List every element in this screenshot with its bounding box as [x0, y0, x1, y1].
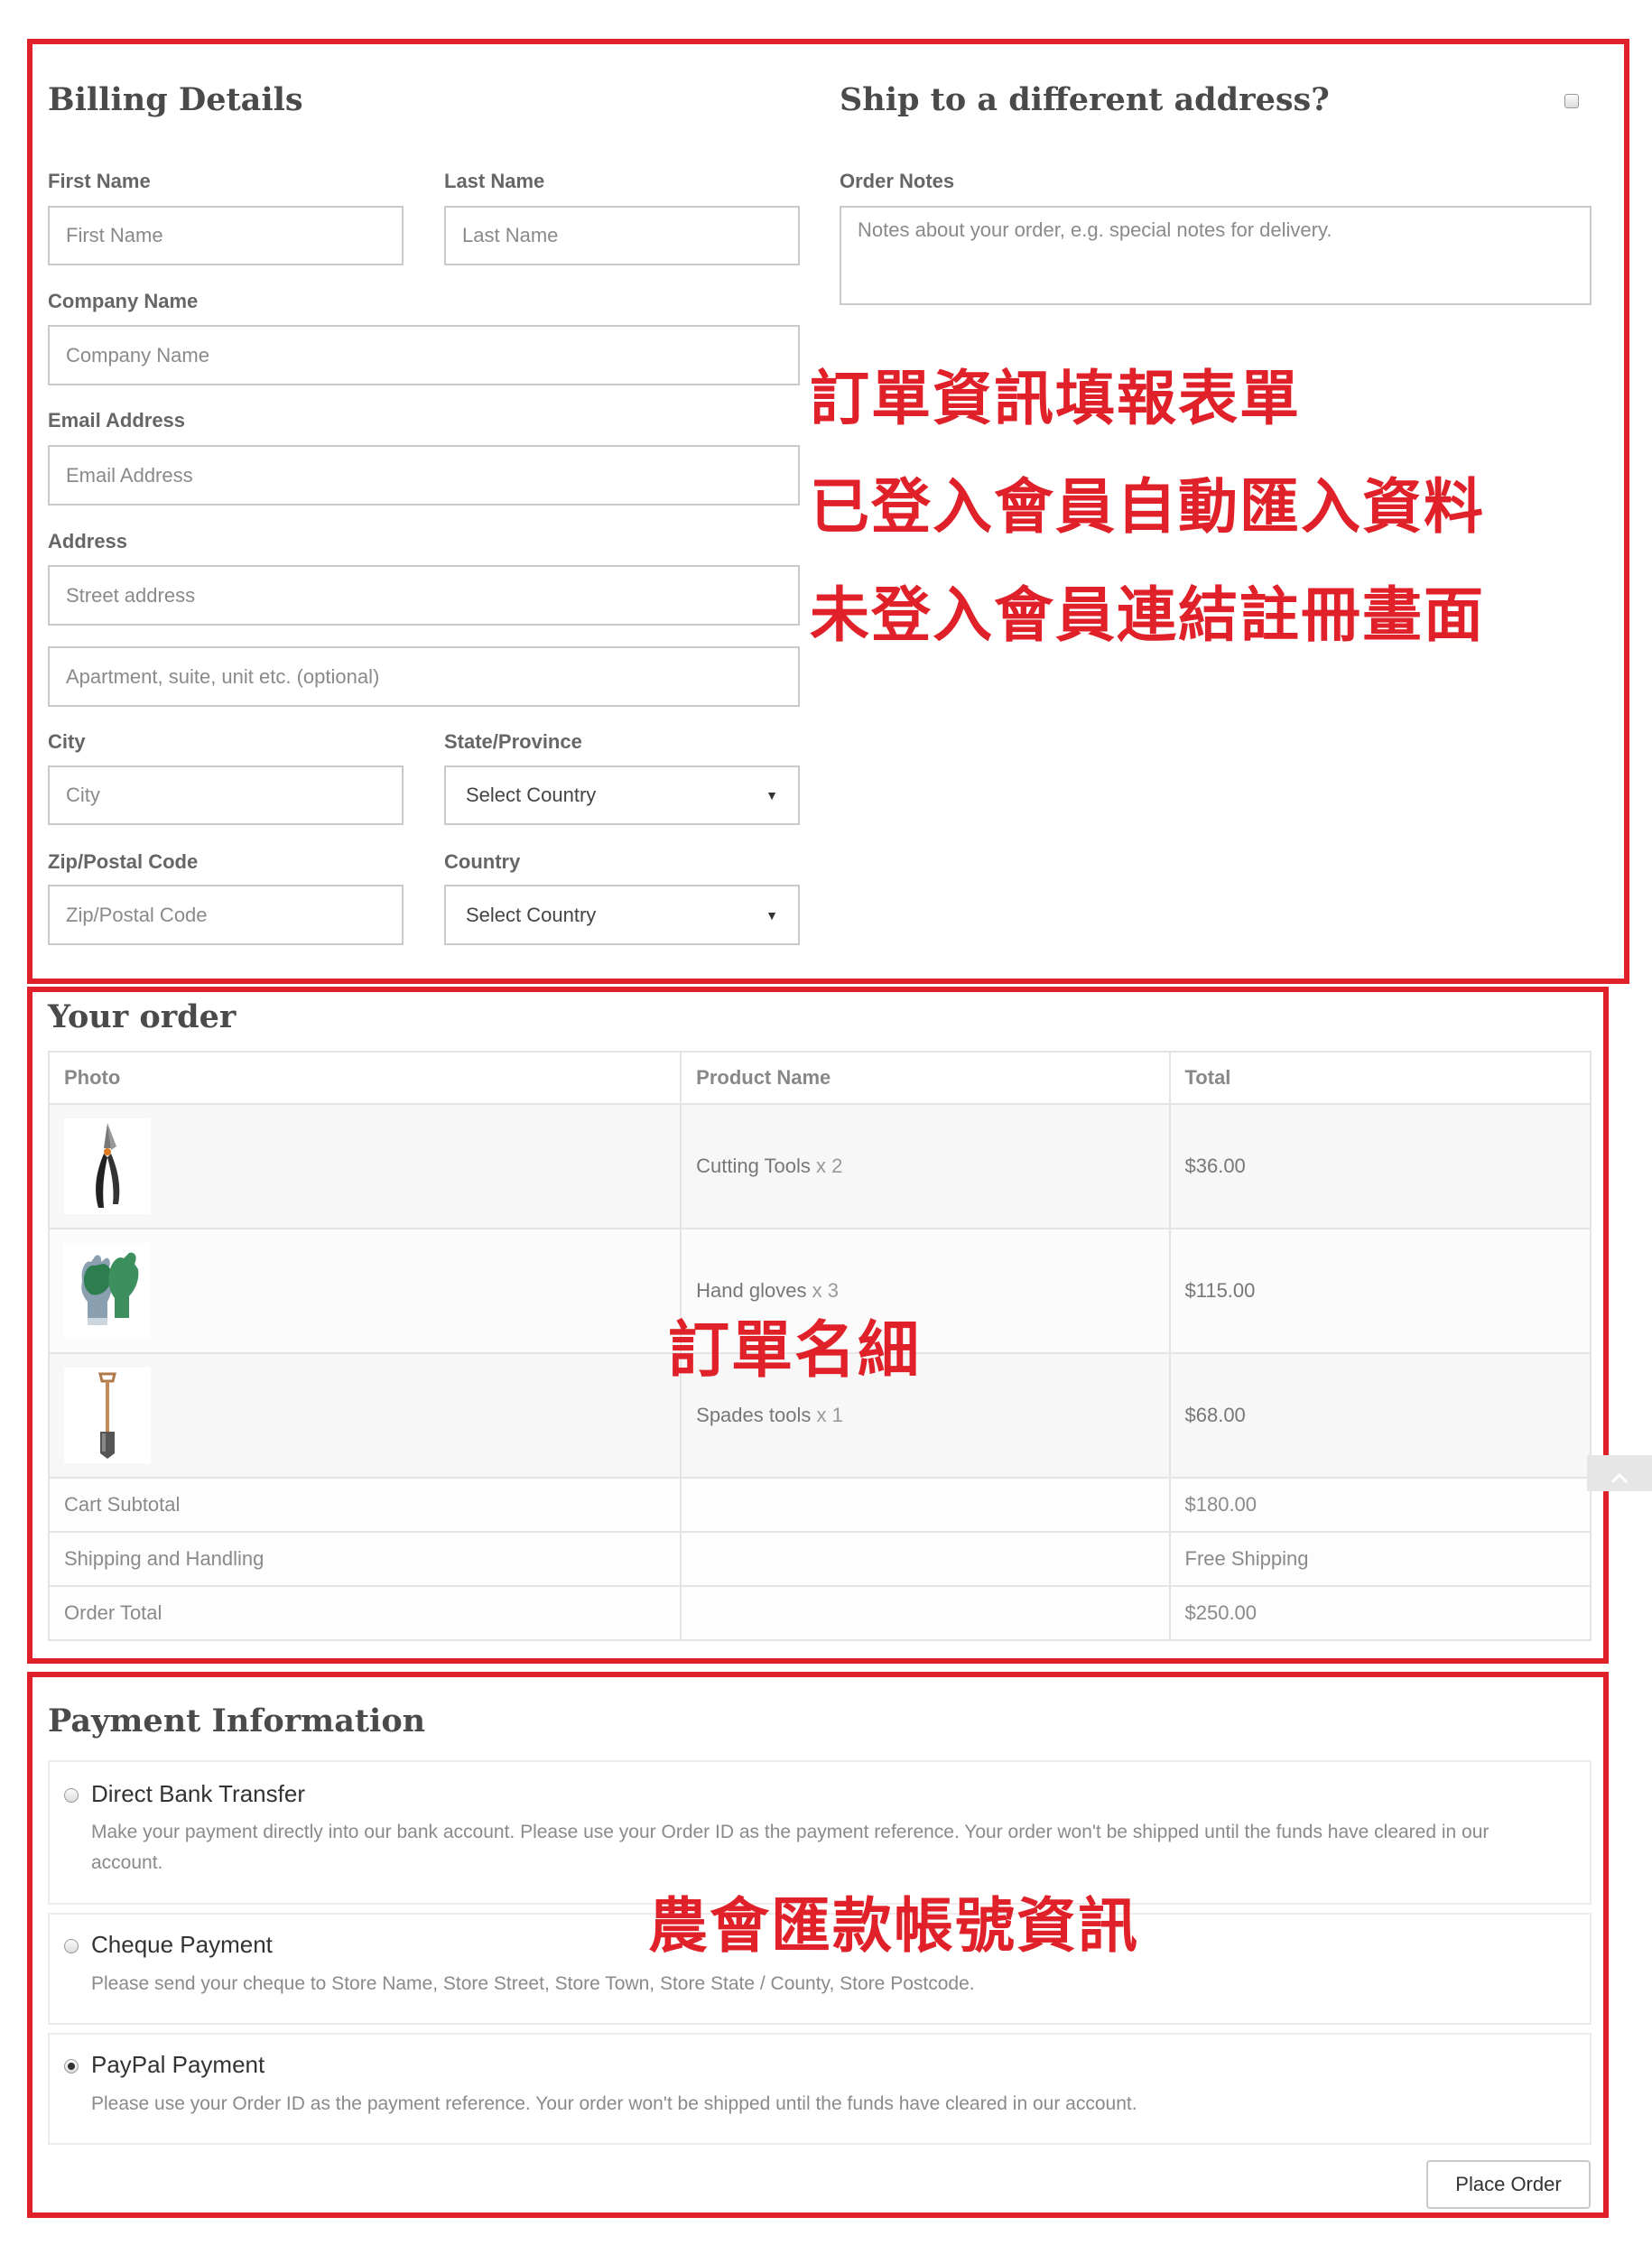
country-select[interactable]: Select Country ▼	[444, 885, 800, 945]
annotation-billing-line-1: 訂單資訊填報表單	[810, 364, 1301, 433]
summary-empty-cell	[680, 1477, 1171, 1533]
summary-row-shipping: Shipping and Handling Free Shipping	[47, 1531, 1592, 1587]
gloves-icon	[64, 1243, 151, 1339]
product-name[interactable]: Hand gloves	[696, 1279, 806, 1302]
annotation-billing-line-3: 未登入會員連結註冊畫面	[810, 580, 1485, 650]
product-name-cell: Cutting Tools x 2	[680, 1103, 1171, 1229]
chevron-up-icon	[1610, 1472, 1629, 1484]
summary-label: Order Total	[47, 1585, 682, 1641]
product-name[interactable]: Spades tools	[696, 1404, 811, 1426]
table-row: Cutting Tools x 2 $36.00	[47, 1103, 1592, 1229]
product-total: $36.00	[1168, 1103, 1592, 1229]
address-label: Address	[48, 530, 128, 552]
summary-empty-cell	[680, 1531, 1171, 1587]
column-header-total: Total	[1168, 1051, 1592, 1105]
payment-method-desc: Make your payment directly into our bank…	[91, 1822, 1490, 1873]
payment-method-name: Cheque Payment	[91, 1931, 273, 1958]
annotation-payment: 農會匯款帳號資訊	[648, 1891, 1139, 1961]
cheque-radio[interactable]	[64, 1939, 79, 1953]
payment-method-name: PayPal Payment	[91, 2051, 265, 2078]
summary-value: Free Shipping	[1168, 1531, 1592, 1587]
product-qty: x 1	[816, 1404, 843, 1426]
ship-different-checkbox[interactable]	[1564, 94, 1579, 108]
country-select-value: Select Country	[466, 903, 597, 926]
pruning-shears-icon	[64, 1118, 151, 1214]
payment-method-paypal[interactable]: PayPal Payment Please use your Order ID …	[48, 2033, 1592, 2145]
company-name-label: Company Name	[48, 290, 199, 312]
apartment-input[interactable]	[48, 646, 800, 707]
company-name-input[interactable]	[48, 325, 800, 385]
state-select-value: Select Country	[466, 784, 597, 806]
spade-icon	[64, 1368, 151, 1463]
city-label: City	[48, 730, 86, 753]
email-label: Email Address	[48, 409, 186, 431]
first-name-label: First Name	[48, 170, 151, 192]
place-order-button[interactable]: Place Order	[1426, 2160, 1591, 2209]
product-qty: x 3	[812, 1279, 839, 1302]
summary-label: Cart Subtotal	[47, 1477, 682, 1533]
zip-label: Zip/Postal Code	[48, 850, 199, 873]
summary-label: Shipping and Handling	[47, 1531, 682, 1587]
summary-row-subtotal: Cart Subtotal $180.00	[47, 1477, 1592, 1533]
billing-title: Billing Details	[48, 81, 303, 118]
summary-value: $180.00	[1168, 1477, 1592, 1533]
scroll-top-tab[interactable]	[1587, 1455, 1652, 1491]
order-notes-label: Order Notes	[840, 170, 955, 192]
annotation-billing-line-2: 已登入會員自動匯入資料	[810, 472, 1485, 542]
column-header-product: Product Name	[680, 1051, 1171, 1105]
ship-different-title: Ship to a different address?	[840, 81, 1330, 118]
last-name-input[interactable]	[444, 206, 800, 265]
order-notes-textarea[interactable]	[840, 206, 1592, 305]
city-input[interactable]	[48, 765, 404, 825]
bank-transfer-radio[interactable]	[64, 1788, 79, 1803]
dropdown-arrow-icon: ▼	[766, 907, 778, 923]
state-label: State/Province	[444, 730, 582, 753]
dropdown-arrow-icon: ▼	[766, 788, 778, 802]
product-total: $115.00	[1168, 1228, 1592, 1354]
email-input[interactable]	[48, 445, 800, 506]
product-total: $68.00	[1168, 1352, 1592, 1479]
payment-title: Payment Information	[48, 1702, 426, 1739]
column-header-photo: Photo	[47, 1051, 682, 1105]
payment-method-name: Direct Bank Transfer	[91, 1780, 305, 1807]
photo-cell	[47, 1352, 682, 1479]
paypal-radio[interactable]	[64, 2059, 79, 2073]
radio-selected-dot	[68, 2063, 75, 2070]
summary-empty-cell	[680, 1585, 1171, 1641]
annotation-order: 訂單名細	[668, 1315, 922, 1387]
zip-input[interactable]	[48, 885, 404, 945]
last-name-label: Last Name	[444, 170, 545, 192]
product-name[interactable]: Cutting Tools	[696, 1155, 811, 1177]
product-qty: x 2	[816, 1155, 843, 1177]
payment-method-desc: Please use your Order ID as the payment …	[91, 2093, 1137, 2114]
summary-row-order-total: Order Total $250.00	[47, 1585, 1592, 1641]
state-select[interactable]: Select Country ▼	[444, 765, 800, 825]
order-title: Your order	[48, 998, 237, 1035]
payment-method-desc: Please send your cheque to Store Name, S…	[91, 1973, 975, 1994]
photo-cell	[47, 1228, 682, 1354]
summary-value: $250.00	[1168, 1585, 1592, 1641]
order-table-header: Photo Product Name Total	[47, 1051, 1592, 1105]
photo-cell	[47, 1103, 682, 1229]
first-name-input[interactable]	[48, 206, 404, 265]
street-address-input[interactable]	[48, 565, 800, 626]
country-label: Country	[444, 850, 521, 873]
